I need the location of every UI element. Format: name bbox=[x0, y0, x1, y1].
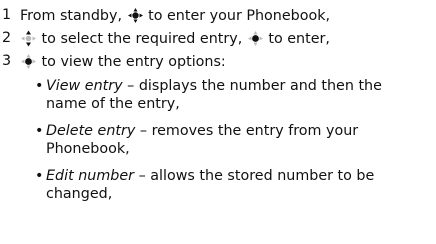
option-description-continued: name of the entry, bbox=[46, 96, 180, 112]
option-description: – removes the entry from your bbox=[135, 123, 359, 139]
step-2-text-end: to enter, bbox=[263, 31, 330, 47]
navigation-key-press-icon bbox=[20, 53, 37, 70]
navigation-key-press-icon bbox=[127, 7, 144, 24]
option-term: View entry bbox=[46, 78, 123, 94]
option-description-continued: changed, bbox=[46, 186, 113, 202]
option-description-continued: Phonebook, bbox=[46, 141, 130, 157]
step-1-text-after: to enter your Phonebook, bbox=[143, 8, 331, 24]
option-term: Delete entry bbox=[46, 123, 136, 139]
step-1-text-before: From standby, bbox=[20, 8, 127, 24]
bullet: • bbox=[35, 123, 44, 139]
step-3-text-after: to view the entry options: bbox=[37, 54, 226, 70]
navigation-key-up-down-icon bbox=[20, 30, 37, 47]
bullet: • bbox=[35, 168, 44, 184]
step-number: 3 bbox=[2, 53, 12, 69]
option-term: Edit number bbox=[46, 168, 135, 184]
step-number: 2 bbox=[2, 30, 12, 46]
bullet: • bbox=[35, 78, 44, 94]
option-description: – displays the number and then the bbox=[122, 78, 382, 94]
step-2-text-after: to select the required entry, bbox=[37, 31, 247, 47]
step-number: 1 bbox=[2, 7, 12, 23]
navigation-key-press-icon bbox=[247, 30, 264, 47]
option-description: – allows the stored number to be bbox=[134, 168, 375, 184]
